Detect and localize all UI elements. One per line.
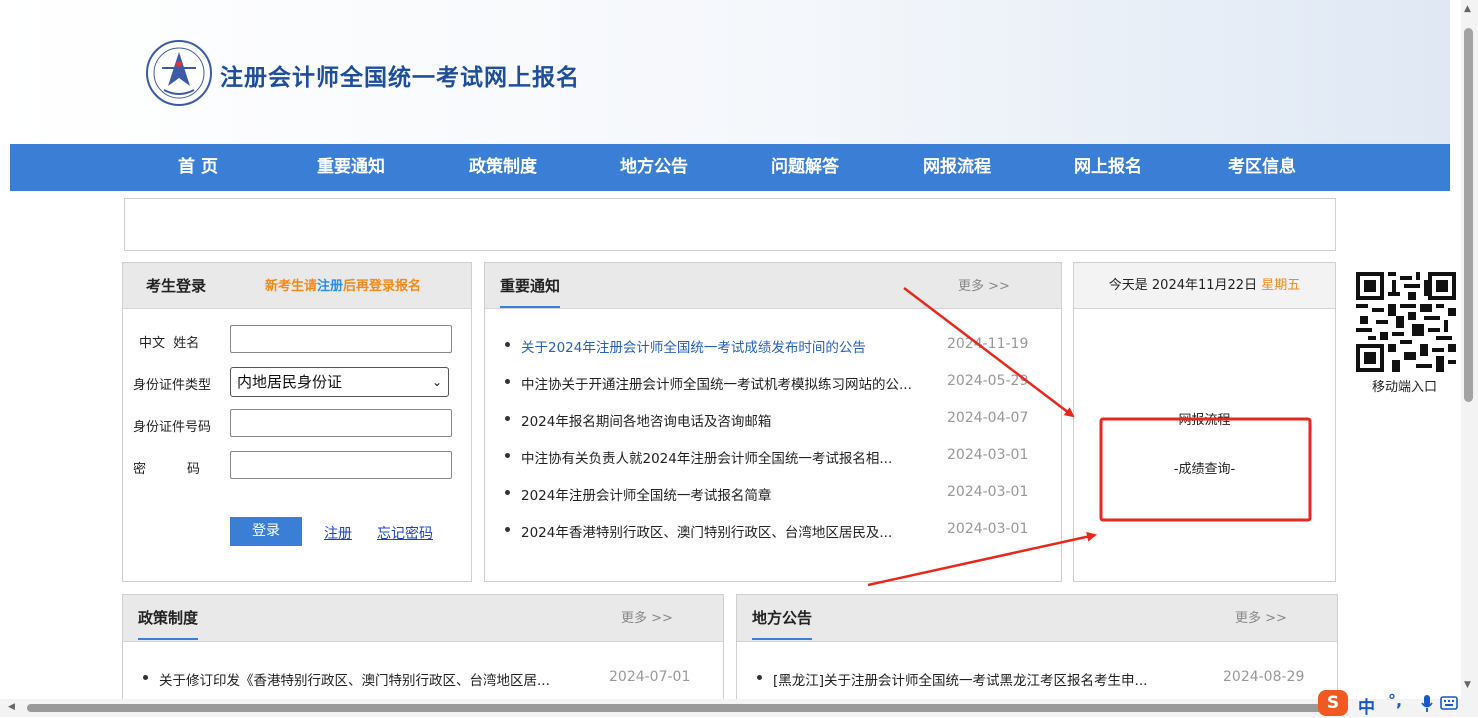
policy-panel: 政策制度 更多 >> 关于修订印发《香港特别行政区、澳门特别行政区、台湾地区居.… [122,594,724,706]
bullet [143,675,148,680]
news-item[interactable]: 2024年香港特别行政区、澳门特别行政区、台湾地区居民及... 2024-03-0… [485,521,1061,541]
news-item[interactable]: 中注协关于开通注册会计师全国统一考试机考模拟练习网站的公... 2024-05-2… [485,373,1061,393]
news-date: 2024-03-01 [947,484,1029,500]
scroll-left-icon[interactable]: ◀ [8,702,15,712]
notices-title: 重要通知 [500,263,561,308]
news-date: 2024-03-01 [947,447,1029,463]
banner-area [124,198,1336,251]
ime-punct[interactable]: °, [1388,691,1402,710]
register-hint-prefix: 新考生请 [265,279,318,294]
news-item[interactable]: 中注协有关负责人就2024年注册会计师全国统一考试报名相... 2024-03-0… [485,447,1061,467]
ime-lang[interactable]: 中 [1358,693,1375,718]
nav-register-online[interactable]: 网上报名 [1074,144,1142,191]
nav-faq[interactable]: 问题解答 [771,144,839,191]
register-hint-suffix: 后再登录报名 [343,279,422,294]
news-item[interactable]: 2024年注册会计师全国统一考试报名简章 2024-03-01 [485,484,1061,504]
nav-policy[interactable]: 政策制度 [469,144,537,191]
login-title: 考生登录 [146,277,207,295]
news-title[interactable]: 关于修订印发《香港特别行政区、澳门特别行政区、台湾地区居... [159,669,550,689]
nav-local[interactable]: 地方公告 [620,144,688,191]
notices-panel: 重要通知 更多 >> 关于2024年注册会计师全国统一考试成绩发布时间的公告 20… [484,262,1062,582]
news-title[interactable]: 中注协有关负责人就2024年注册会计师全国统一考试报名相... [521,447,892,467]
qr-label: 移动端入口 [1372,380,1438,395]
today-weekday: 星期五 [1261,278,1301,293]
cicpa-logo-icon [146,40,212,106]
news-date: 2024-08-29 [1223,669,1305,685]
qr-code-icon[interactable] [1356,272,1456,372]
login-header: 考生登录 新考生请注册后再登录报名 [123,263,471,309]
date-header: 今天是 2024年11月22日 星期五 [1074,263,1335,309]
notices-header: 重要通知 更多 >> [485,263,1061,309]
chevron-down-icon: ⌄ [431,375,442,389]
today-date: 今天是 2024年11月22日 星期五 [1074,263,1335,309]
idtype-select[interactable]: 内地居民身份证 ⌄ [230,367,449,397]
login-panel: 考生登录 新考生请注册后再登录报名 中文 姓名 身份证件类型 内地居民身份证 ⌄… [122,262,472,582]
keyboard-icon[interactable] [1440,696,1458,710]
scroll-down-icon[interactable]: ▼ [1464,680,1471,690]
news-title[interactable]: 中注协关于开通注册会计师全国统一考试机考模拟练习网站的公... [521,373,912,393]
process-link[interactable]: 网报流程 [1074,409,1335,428]
bullet [757,675,762,680]
score-query-link[interactable]: -成绩查询- [1074,458,1335,477]
horizontal-scroll-thumb[interactable] [27,704,1327,712]
name-input[interactable] [230,325,452,353]
news-date: 2024-04-07 [947,410,1029,426]
news-title[interactable]: 关于2024年注册会计师全国统一考试成绩发布时间的公告 [521,336,866,356]
password-input[interactable] [230,451,452,479]
sogou-logo-icon[interactable]: S [1318,690,1348,716]
news-date: 2024-11-19 [947,336,1029,352]
local-panel: 地方公告 更多 >> [黑龙江]关于注册会计师全国统一考试黑龙江考区报名考生申.… [736,594,1338,706]
bullet [505,379,510,384]
news-item[interactable]: 关于修订印发《香港特别行政区、澳门特别行政区、台湾地区居... 2024-07-0… [123,669,723,689]
forgot-password-link[interactable]: 忘记密码 [377,523,433,543]
policy-header: 政策制度 更多 >> [123,595,723,642]
local-more-link[interactable]: 更多 >> [1235,595,1287,642]
site-header: 注册会计师全国统一考试网上报名 [0,0,1450,144]
idtype-value: 内地居民身份证 [237,373,343,391]
nav-notices[interactable]: 重要通知 [317,144,385,191]
register-hint: 新考生请注册后再登录报名 [265,263,421,311]
idno-input[interactable] [230,409,452,437]
main-nav: 首 页 重要通知 政策制度 地方公告 问题解答 网报流程 网上报名 考区信息 [10,144,1450,191]
bullet [505,527,510,532]
notices-more-link[interactable]: 更多 >> [958,263,1010,310]
site-title: 注册会计师全国统一考试网上报名 [220,65,580,91]
nav-home[interactable]: 首 页 [178,144,218,191]
news-item[interactable]: 2024年报名期间各地咨询电话及咨询邮箱 2024-04-07 [485,410,1061,430]
nav-process[interactable]: 网报流程 [923,144,991,191]
ime-toolbar: S 中 °, [1318,690,1478,718]
vertical-scroll-thumb[interactable] [1464,28,1473,402]
news-date: 2024-05-29 [947,373,1029,389]
bullet [505,416,510,421]
policy-title: 政策制度 [138,595,199,640]
news-item[interactable]: 关于2024年注册会计师全国统一考试成绩发布时间的公告 2024-11-19 [485,336,1061,356]
nav-area-info[interactable]: 考区信息 [1228,144,1296,191]
bullet [505,453,510,458]
login-button[interactable]: 登录 [230,517,302,546]
news-item[interactable]: [黑龙江]关于注册会计师全国统一考试黑龙江考区报名考生申... 2024-08-2… [737,669,1337,689]
bullet [505,490,510,495]
today-prefix: 今天是 2024年11月22日 [1108,278,1258,293]
scroll-up-icon[interactable]: ▲ [1464,4,1471,14]
news-title[interactable]: 2024年报名期间各地咨询电话及咨询邮箱 [521,410,771,430]
news-title[interactable]: [黑龙江]关于注册会计师全国统一考试黑龙江考区报名考生申... [773,669,1147,689]
bullet [505,342,510,347]
register-hint-link[interactable]: 注册 [317,279,343,294]
date-panel: 今天是 2024年11月22日 星期五 网报流程 -成绩查询- [1073,262,1336,582]
local-title: 地方公告 [752,595,813,640]
news-title[interactable]: 2024年注册会计师全国统一考试报名简章 [521,484,771,504]
news-date: 2024-03-01 [947,521,1029,537]
local-header: 地方公告 更多 >> [737,595,1337,642]
password-label: 密 码 [133,462,206,477]
policy-more-link[interactable]: 更多 >> [621,595,673,642]
name-label: 中文 姓名 [139,336,200,351]
microphone-icon[interactable] [1420,694,1434,714]
register-link[interactable]: 注册 [324,523,352,543]
news-date: 2024-07-01 [609,669,691,685]
idtype-label: 身份证件类型 [133,378,212,393]
idno-label: 身份证件号码 [133,420,212,435]
news-title[interactable]: 2024年香港特别行政区、澳门特别行政区、台湾地区居民及... [521,521,892,541]
